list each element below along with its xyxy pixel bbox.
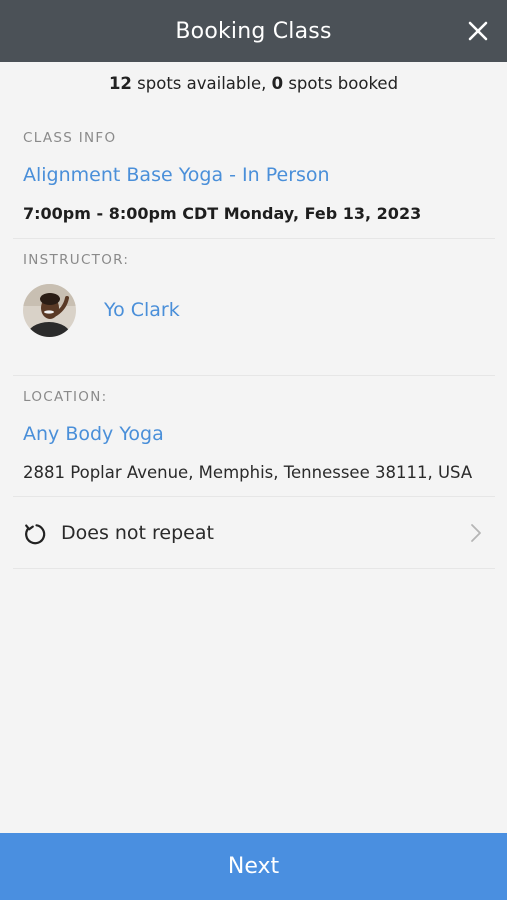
divider xyxy=(13,238,495,239)
spots-booked-count: 0 xyxy=(271,74,284,93)
avatar-image xyxy=(23,284,76,337)
divider xyxy=(13,568,495,569)
chevron-right-icon xyxy=(471,524,481,542)
divider xyxy=(13,375,495,376)
location-label: LOCATION: xyxy=(23,389,108,405)
divider xyxy=(13,496,495,497)
close-button[interactable] xyxy=(463,16,493,46)
location-address: 2881 Poplar Avenue, Memphis, Tennessee 3… xyxy=(23,463,473,482)
repeat-label: Does not repeat xyxy=(61,522,214,544)
instructor-label: INSTRUCTOR: xyxy=(23,252,130,268)
spots-booked-text: spots booked xyxy=(283,74,399,93)
booking-class-screen: Booking Class 12 spots available, 0 spot… xyxy=(0,0,507,900)
class-info-label: CLASS INFO xyxy=(23,130,117,146)
class-name-link[interactable]: Alignment Base Yoga - In Person xyxy=(23,164,330,186)
next-button[interactable]: Next xyxy=(0,833,507,900)
page-title: Booking Class xyxy=(175,18,332,44)
location-name-link[interactable]: Any Body Yoga xyxy=(23,423,164,445)
instructor-name-link[interactable]: Yo Clark xyxy=(104,299,180,321)
spots-available-text: spots available, xyxy=(131,74,272,93)
close-icon xyxy=(468,21,488,41)
repeat-icon xyxy=(25,524,46,545)
availability-summary: 12 spots available, 0 spots booked xyxy=(0,74,507,93)
repeat-setting-row[interactable]: Does not repeat xyxy=(13,498,495,568)
spots-available-count: 12 xyxy=(108,74,132,93)
class-datetime: 7:00pm - 8:00pm CDT Monday, Feb 13, 2023 xyxy=(23,204,422,223)
instructor-avatar[interactable] xyxy=(23,284,76,337)
header-bar: Booking Class xyxy=(0,0,507,62)
